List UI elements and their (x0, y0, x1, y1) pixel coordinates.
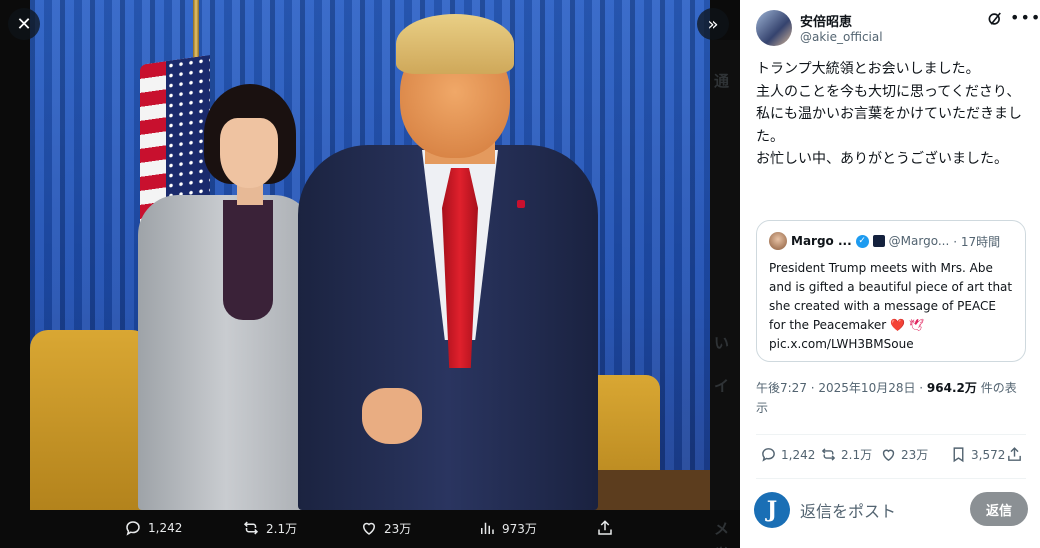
viewer-like-count: 23万 (384, 521, 412, 536)
close-viewer-button[interactable]: ✕ (8, 8, 40, 40)
repost-icon (243, 521, 259, 535)
quoted-author-name: Margo ... (791, 234, 852, 248)
more-options-icon[interactable]: ••• (1010, 8, 1040, 27)
bookmark-button[interactable]: 3,572 (950, 446, 1005, 463)
quoted-tweet-time: · 17時間 (953, 234, 1001, 249)
collapse-panel-button[interactable]: » (697, 8, 729, 40)
strip-text-2: い (714, 334, 730, 352)
heart-icon (882, 449, 895, 462)
author-handle[interactable]: @akie_official (800, 30, 883, 44)
repost-button[interactable]: 2.1万 (820, 446, 872, 463)
strip-text-4: メッ (714, 520, 730, 548)
tweet-timestamp[interactable]: 午後7:27 · 2025年10月28日 · (756, 381, 927, 395)
tweet-text: トランプ大統領とお会いしました。 主人のことを今も大切に思ってくださり、私にも温… (756, 61, 1022, 167)
reply-count: 1,242 (781, 447, 816, 462)
reply-icon (126, 521, 140, 536)
tweet-meta: 午後7:27 · 2025年10月28日 · 964.2万 件の表示 (756, 378, 1026, 418)
viewer-reply-count: 1,242 (148, 521, 183, 535)
bookmark-count: 3,572 (971, 447, 1006, 462)
viewer-repost-button[interactable]: 2.1万 (242, 519, 297, 537)
share-button[interactable] (1006, 446, 1023, 463)
repost-icon (821, 448, 836, 461)
post-photo[interactable] (30, 0, 710, 510)
author-name[interactable]: 安倍昭恵 (800, 11, 852, 30)
photo-woman-face (220, 118, 278, 188)
close-icon: ✕ (16, 13, 32, 35)
heart-icon (362, 522, 376, 535)
background-timeline-strip: 通 い イ メッ (710, 40, 740, 548)
reply-icon (762, 448, 775, 462)
bookmark-icon (953, 447, 964, 463)
viewer-repost-count: 2.1万 (266, 521, 298, 536)
photo-woman-top (223, 200, 273, 320)
reply-submit-button[interactable]: 返信 (970, 492, 1028, 526)
photo-man-flag-pin (517, 200, 525, 208)
author-avatar[interactable] (756, 10, 792, 46)
strip-text-3: イ (714, 377, 730, 395)
quoted-tweet-text: President Trump meets with Mrs. Abe and … (769, 259, 1013, 335)
viewer-action-bar: 1,242 2.1万 23万 973万 (0, 510, 740, 548)
divider-top (756, 434, 1026, 435)
repost-count: 2.1万 (841, 448, 873, 462)
share-icon (1008, 447, 1021, 461)
like-count: 23万 (901, 448, 929, 462)
current-user-avatar[interactable]: J (754, 492, 790, 528)
viewer-like-button[interactable]: 23万 (360, 519, 411, 537)
quoted-author-avatar (769, 232, 787, 250)
strip-text-1: 通 (714, 72, 730, 90)
viewer-share-button[interactable] (596, 519, 614, 537)
viewer-view-count: 973万 (502, 521, 537, 536)
reply-input[interactable]: 返信をポスト (800, 498, 896, 522)
tweet-panel: 安倍昭恵 @akie_official ••• トランプ大統領とお会いしました。… (740, 0, 1040, 548)
reply-button[interactable]: 1,242 (760, 446, 815, 463)
grok-icon[interactable] (986, 10, 1004, 28)
views-chart-icon (481, 522, 494, 534)
viewer-views-button[interactable]: 973万 (478, 519, 537, 537)
quoted-tweet-link[interactable]: pic.x.com/LWH3BMSoue (769, 335, 1013, 354)
reply-composer: J 返信をポスト 返信 (754, 490, 1030, 530)
quoted-author-handle: @Margo... (888, 234, 950, 248)
like-button[interactable]: 23万 (880, 446, 928, 463)
quoted-tweet[interactable]: Margo ... ✓ @Margo... · 17時間 President T… (756, 220, 1026, 362)
viewer-reply-button[interactable]: 1,242 (124, 519, 182, 537)
tweet-header: 安倍昭恵 @akie_official ••• (756, 8, 1040, 50)
photo-chair-left (30, 330, 150, 510)
quoted-tweet-emojis: ❤️ 🕊 (890, 318, 925, 332)
tweet-action-bar: 1,242 2.1万 23万 3,572 (756, 446, 1026, 468)
double-chevron-right-icon: » (707, 13, 719, 35)
share-icon (598, 520, 612, 535)
media-viewer: ✕ » 1,242 2.1万 23万 973万 (0, 0, 740, 548)
quoted-tweet-header: Margo ... ✓ @Margo... · 17時間 (769, 231, 1013, 251)
photo-man-thumbs-up (362, 388, 422, 444)
tweet-view-count: 964.2万 (926, 381, 977, 395)
affiliation-badge-icon (872, 235, 885, 247)
verified-badge-icon: ✓ (855, 234, 869, 248)
divider-bottom (756, 478, 1026, 479)
photo-floor (590, 470, 710, 510)
photo-man-hair (396, 14, 514, 74)
